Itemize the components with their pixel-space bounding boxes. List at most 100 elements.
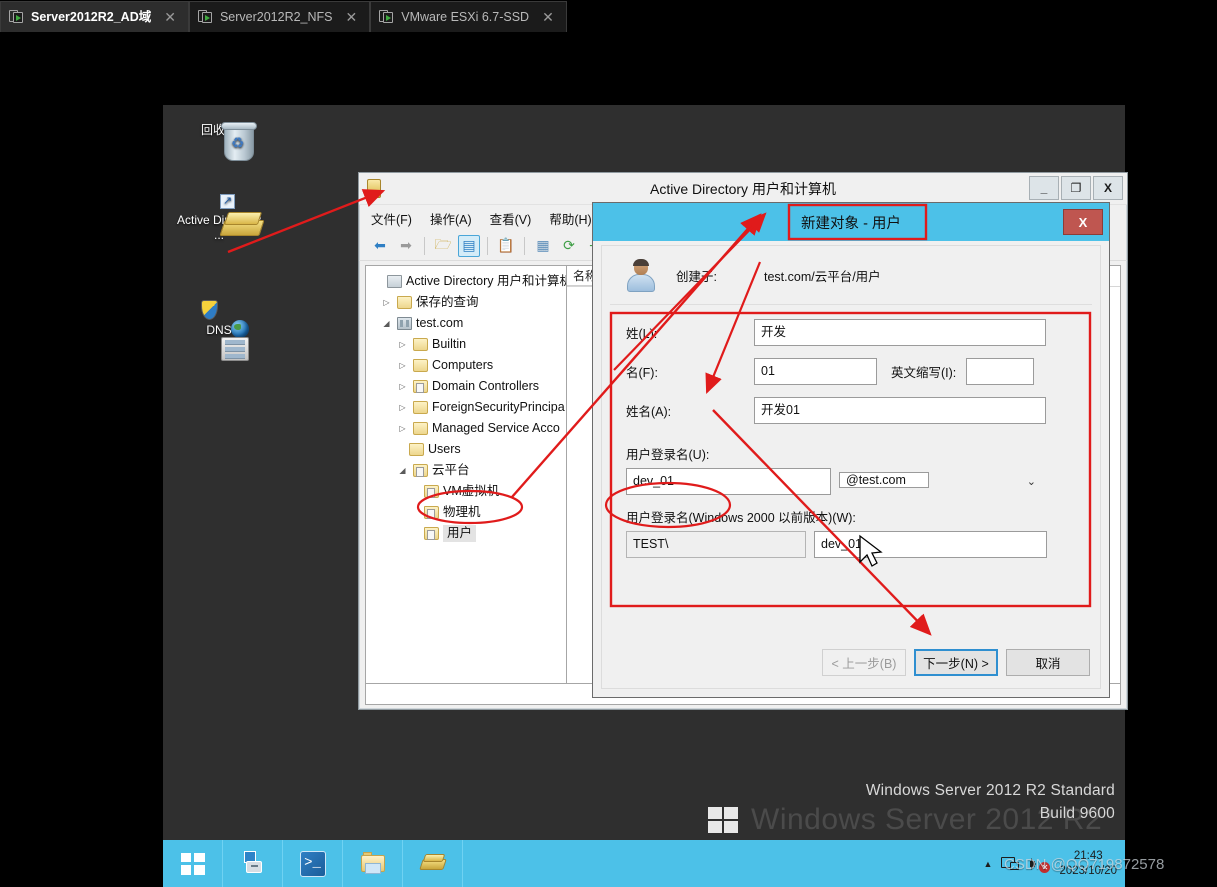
- tree-node-physical[interactable]: 物理机: [366, 502, 566, 523]
- tree-node-label: Managed Service Acco: [432, 421, 560, 436]
- tree-expander[interactable]: ▷: [396, 424, 409, 433]
- tree-node-vm[interactable]: VM虚拟机: [366, 481, 566, 502]
- toolbar-separator: [524, 236, 525, 255]
- ad-tree: Active Directory 用户和计算机 ▷ 保存的查询 ◢ test.c…: [366, 266, 566, 544]
- initials-input[interactable]: [966, 358, 1035, 385]
- pre-windows-2000-row: TEST\ dev_01: [626, 531, 1076, 558]
- properties-icon[interactable]: 📋: [495, 235, 517, 257]
- dialog-close-button[interactable]: X: [1063, 209, 1103, 235]
- ou-folder-icon: [413, 380, 428, 393]
- tree-node-root[interactable]: Active Directory 用户和计算机: [366, 271, 566, 292]
- logon-name-input[interactable]: dev_01: [626, 468, 831, 495]
- chevron-down-icon: ⌄: [1026, 476, 1036, 488]
- ad-window-icon: [367, 179, 381, 198]
- vm-tab-close-icon[interactable]: ✕: [158, 9, 182, 26]
- start-button[interactable]: [163, 840, 223, 887]
- logon-name-label: 用户登录名(U):: [626, 448, 710, 462]
- tree-node-foreign-security-principals[interactable]: ▷ ForeignSecurityPrincipa: [366, 397, 566, 418]
- dialog-title: 新建对象 - 用户: [801, 215, 901, 232]
- windows-logo-icon: [180, 852, 205, 875]
- tree-node-computers[interactable]: ▷ Computers: [366, 355, 566, 376]
- tree-node-builtin[interactable]: ▷ Builtin: [366, 334, 566, 355]
- tree-node-label: Computers: [432, 358, 494, 373]
- ad-tree-pane: Active Directory 用户和计算机 ▷ 保存的查询 ◢ test.c…: [365, 265, 567, 703]
- next-button[interactable]: 下一步(N) >: [914, 649, 998, 676]
- ad-window-titlebar[interactable]: Active Directory 用户和计算机 _ ❐ X: [359, 173, 1127, 205]
- first-name-row: 名(F): 01 英文缩写(I):: [626, 358, 1076, 385]
- tree-node-user-ou[interactable]: 用户: [366, 523, 566, 544]
- desktop-icon-dns[interactable]: DNS: [173, 300, 265, 361]
- tree-node-saved-queries[interactable]: ▷ 保存的查询: [366, 292, 566, 313]
- last-name-row: 姓(L): 开发: [626, 319, 1076, 346]
- tree-node-label: test.com: [416, 316, 464, 331]
- refresh-icon[interactable]: ⟳: [558, 235, 580, 257]
- last-name-label: 姓(L):: [626, 327, 658, 341]
- menu-file[interactable]: 文件(F): [371, 209, 412, 228]
- dialog-body: 创建于: test.com/云平台/用户 姓(L): 开发 名(F): 01 英…: [601, 245, 1101, 689]
- desktop-edition-watermark: Windows Server 2012 R2 Standard Build 96…: [866, 780, 1115, 825]
- upn-suffix-select-wrap: @test.com ⌄: [839, 468, 1044, 495]
- toolbar-separator: [424, 236, 425, 255]
- first-name-input[interactable]: 01: [754, 358, 877, 385]
- menu-action[interactable]: 操作(A): [430, 209, 472, 228]
- back-button[interactable]: < 上一步(B): [822, 649, 906, 676]
- tree-expander[interactable]: ▷: [396, 382, 409, 391]
- folder-icon: [413, 359, 428, 372]
- taskbar-powershell[interactable]: >_: [283, 840, 343, 887]
- tree-node-label: Builtin: [432, 337, 467, 352]
- tree-node-managed-service-accounts[interactable]: ▷ Managed Service Acco: [366, 418, 566, 439]
- server-manager-icon: [240, 850, 266, 877]
- folder-icon: [413, 338, 428, 351]
- vm-tab-strip: Server2012R2_AD域 ✕ Server2012R2_NFS ✕ VM…: [0, 0, 1217, 32]
- folder-icon: [397, 296, 412, 309]
- taskbar-active-directory[interactable]: [403, 840, 463, 887]
- show-tree-icon[interactable]: ▤: [458, 234, 480, 257]
- list-view-icon[interactable]: ▦: [532, 235, 554, 257]
- desktop-icon-recycle-bin[interactable]: ♻ 回收站: [173, 120, 265, 161]
- minimize-button[interactable]: _: [1029, 176, 1059, 200]
- tree-expander[interactable]: ◢: [380, 319, 393, 328]
- taskbar-server-manager[interactable]: [223, 840, 283, 887]
- tree-node-domain-controllers[interactable]: ▷ Domain Controllers: [366, 376, 566, 397]
- back-arrow-icon[interactable]: ⬅: [369, 235, 391, 257]
- maximize-button[interactable]: ❐: [1061, 176, 1091, 200]
- tree-expander[interactable]: ▷: [396, 403, 409, 412]
- vm-tab-1[interactable]: Server2012R2_NFS ✕: [188, 1, 371, 32]
- close-button[interactable]: X: [1093, 176, 1123, 200]
- tree-node-label: 保存的查询: [416, 295, 479, 310]
- created-in-value: test.com/云平台/用户: [764, 269, 881, 284]
- vm-tab-close-icon[interactable]: ✕: [340, 9, 364, 26]
- tree-node-domain[interactable]: ◢ test.com: [366, 313, 566, 334]
- tree-node-cloud-platform[interactable]: ◢ 云平台: [366, 460, 566, 481]
- taskbar-file-explorer[interactable]: [343, 840, 403, 887]
- tree-node-users[interactable]: Users: [366, 439, 566, 460]
- tree-expander[interactable]: ◢: [396, 466, 409, 475]
- last-name-input[interactable]: 开发: [754, 319, 1046, 346]
- ou-folder-icon: [424, 506, 439, 519]
- vm-tab-close-icon[interactable]: ✕: [536, 9, 560, 26]
- tree-expander[interactable]: ▷: [396, 361, 409, 370]
- upn-suffix-select[interactable]: @test.com: [839, 472, 929, 488]
- desktop-icon-active-directory[interactable]: ↗ Active Directory ...: [173, 194, 265, 243]
- tree-expander[interactable]: ▷: [380, 298, 393, 307]
- tree-expander[interactable]: ▷: [396, 340, 409, 349]
- ou-folder-icon: [424, 527, 439, 540]
- full-name-label: 姓名(A):: [626, 405, 672, 419]
- dialog-buttons: < 上一步(B) 下一步(N) > 取消: [822, 649, 1090, 676]
- vm-tab-0[interactable]: Server2012R2_AD域 ✕: [0, 1, 189, 32]
- full-name-input[interactable]: 开发01: [754, 397, 1046, 424]
- tree-node-label: Domain Controllers: [432, 379, 539, 394]
- tree-node-label: 用户: [443, 525, 477, 542]
- vm-tab-label: VMware ESXi 6.7-SSD: [401, 9, 530, 24]
- show-hidden-icons-icon[interactable]: ▲: [984, 859, 993, 869]
- forward-arrow-icon[interactable]: ➡: [395, 235, 417, 257]
- vm-tab-2[interactable]: VMware ESXi 6.7-SSD ✕: [370, 1, 567, 32]
- menu-help[interactable]: 帮助(H): [549, 209, 591, 228]
- up-folder-icon[interactable]: 🗁: [432, 235, 454, 257]
- menu-view[interactable]: 查看(V): [490, 209, 532, 228]
- dialog-titlebar[interactable]: 新建对象 - 用户 X: [593, 203, 1109, 241]
- cancel-button[interactable]: 取消: [1006, 649, 1090, 676]
- user-form: 姓(L): 开发 名(F): 01 英文缩写(I): 姓名(A): 开发01 用…: [610, 304, 1092, 574]
- folder-icon: [413, 422, 428, 435]
- pre-windows-2000-input[interactable]: dev_01: [814, 531, 1047, 558]
